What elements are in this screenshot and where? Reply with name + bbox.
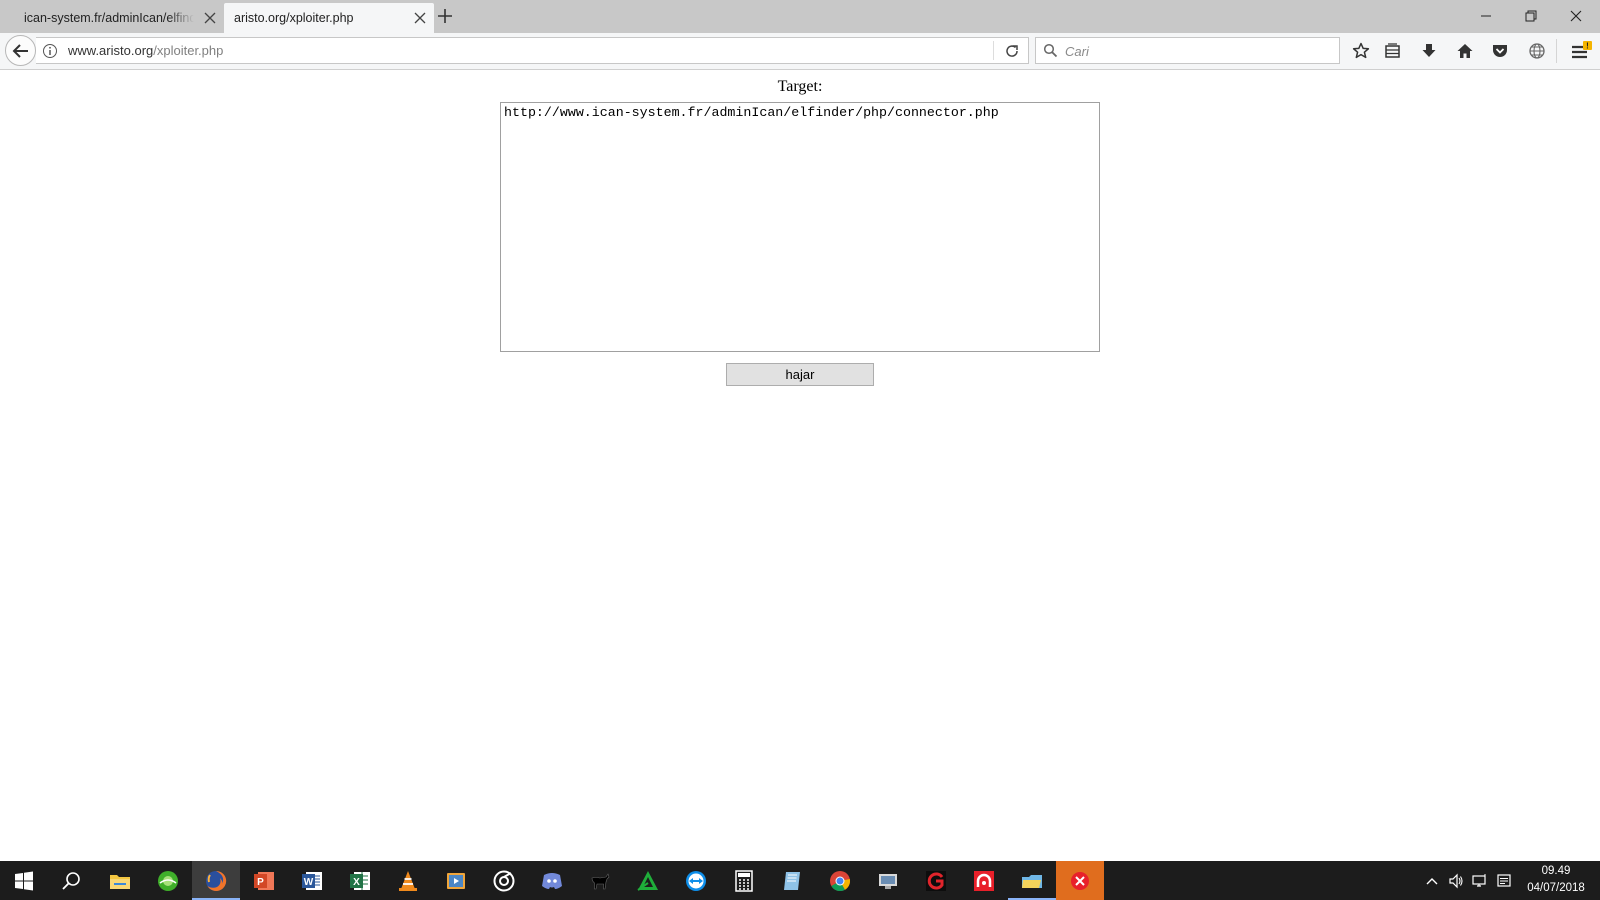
taskbar-powerpoint[interactable]: P — [240, 861, 288, 900]
paper-app-icon — [784, 872, 800, 890]
target-textarea[interactable]: http://www.ican-system.fr/adminIcan/elfi… — [500, 102, 1100, 352]
reload-icon[interactable] — [1004, 43, 1020, 59]
folder-app-icon — [1022, 875, 1042, 888]
taskbar-x-app[interactable] — [1056, 861, 1104, 900]
chevron-up-icon[interactable] — [1424, 873, 1440, 889]
svg-text:X: X — [353, 877, 360, 888]
taskbar-red-circle-app[interactable] — [960, 861, 1008, 900]
svg-text:W: W — [304, 877, 314, 888]
taskbar-firefox[interactable] — [192, 861, 240, 900]
volume-icon[interactable] — [1448, 873, 1464, 889]
clock-date[interactable]: 04/07/2018 — [1516, 882, 1596, 894]
circle-app-icon — [493, 870, 515, 892]
taskbar-goat-app[interactable] — [576, 861, 624, 900]
taskbar-excel[interactable]: X — [336, 861, 384, 900]
tab-xploiter[interactable]: aristo.org/xploiter.php — [224, 3, 434, 33]
clock-time[interactable]: 09.49 — [1516, 865, 1596, 877]
notification-icon[interactable] — [1496, 873, 1512, 889]
taskbar-chrome[interactable] — [816, 861, 864, 900]
taskbar-circle-app[interactable] — [480, 861, 528, 900]
firefox-icon — [206, 870, 227, 891]
restore-icon[interactable] — [1521, 6, 1541, 26]
page-content: Target: http://www.ican-system.fr/adminI… — [0, 70, 1600, 861]
home-icon[interactable] — [1456, 42, 1474, 60]
taskbar-red-g-app[interactable] — [912, 861, 960, 900]
calculator-icon — [735, 870, 753, 892]
start-button[interactable] — [0, 861, 48, 900]
display-app-icon — [879, 874, 897, 889]
taskbar-green-triangle-app[interactable] — [624, 861, 672, 900]
taskbar-file-explorer[interactable] — [96, 861, 144, 900]
search-icon — [1043, 43, 1058, 58]
window-close-icon[interactable] — [1566, 6, 1586, 26]
red-circle-app-icon — [974, 871, 994, 891]
taskbar-word[interactable]: W — [288, 861, 336, 900]
url-text[interactable]: www.aristo.org/xploiter.php — [68, 38, 223, 63]
url-domain: www.aristo.org — [68, 43, 154, 58]
tab-ican-system[interactable]: ican-system.fr/adminIcan/elfinder/php/co… — [0, 3, 224, 33]
search-icon — [62, 872, 80, 890]
divider — [1556, 39, 1557, 63]
search-bar[interactable] — [1035, 37, 1340, 64]
star-icon[interactable] — [1352, 42, 1370, 60]
x-app-icon — [1071, 872, 1089, 890]
taskbar-vlc[interactable] — [384, 861, 432, 900]
menu-icon[interactable]: ! — [1570, 41, 1592, 63]
taskbar: P W X 09.49 04/07/2018 — [0, 861, 1600, 900]
network-icon[interactable] — [1472, 873, 1488, 889]
media-player-icon — [447, 873, 465, 889]
red-g-app-icon — [926, 871, 946, 891]
taskbar-discord[interactable] — [528, 861, 576, 900]
taskbar-media-player[interactable] — [432, 861, 480, 900]
green-app-icon — [158, 871, 178, 891]
green-triangle-icon — [637, 871, 658, 891]
taskbar-folder-app[interactable] — [1008, 861, 1056, 900]
tab-title: ican-system.fr/adminIcan/elfinder/php/co… — [24, 11, 194, 25]
start-icon — [15, 871, 33, 891]
globe-icon[interactable] — [1528, 42, 1546, 60]
url-bar[interactable]: www.aristo.org/xploiter.php — [36, 37, 1029, 64]
divider — [993, 41, 994, 60]
vlc-icon — [399, 871, 417, 891]
download-icon[interactable] — [1420, 42, 1438, 60]
taskbar-display-app[interactable] — [864, 861, 912, 900]
goat-icon — [591, 873, 610, 890]
tab-title: aristo.org/xploiter.php — [234, 11, 354, 25]
nav-bar: www.aristo.org/xploiter.php ! — [0, 33, 1600, 70]
search-taskbar-button[interactable] — [48, 861, 96, 900]
back-button[interactable] — [5, 35, 36, 66]
chrome-icon — [830, 871, 851, 892]
minimize-icon[interactable] — [1476, 6, 1496, 26]
file-explorer-icon — [110, 875, 130, 889]
taskbar-paper-app[interactable] — [768, 861, 816, 900]
back-arrow-icon — [12, 44, 28, 58]
tab-strip: ican-system.fr/adminIcan/elfinder/php/co… — [0, 0, 1600, 33]
taskbar-teamviewer[interactable] — [672, 861, 720, 900]
word-icon: W — [302, 872, 322, 890]
hajar-button[interactable]: hajar — [726, 363, 874, 386]
close-icon[interactable] — [204, 12, 216, 24]
discord-icon — [542, 873, 562, 889]
library-icon[interactable] — [1384, 42, 1402, 60]
svg-text:P: P — [257, 877, 264, 888]
taskbar-calculator[interactable] — [720, 861, 768, 900]
target-label: Target: — [777, 78, 823, 95]
info-icon[interactable] — [42, 43, 58, 59]
url-path: /xploiter.php — [153, 43, 224, 58]
new-tab-icon[interactable] — [437, 8, 453, 24]
taskbar-green-app[interactable] — [144, 861, 192, 900]
menu-badge: ! — [1586, 42, 1589, 51]
close-icon[interactable] — [414, 12, 426, 24]
pocket-icon[interactable] — [1491, 42, 1509, 60]
excel-icon: X — [350, 872, 370, 890]
teamviewer-icon — [686, 871, 706, 891]
search-input[interactable] — [1063, 39, 1337, 64]
powerpoint-icon: P — [254, 872, 274, 890]
